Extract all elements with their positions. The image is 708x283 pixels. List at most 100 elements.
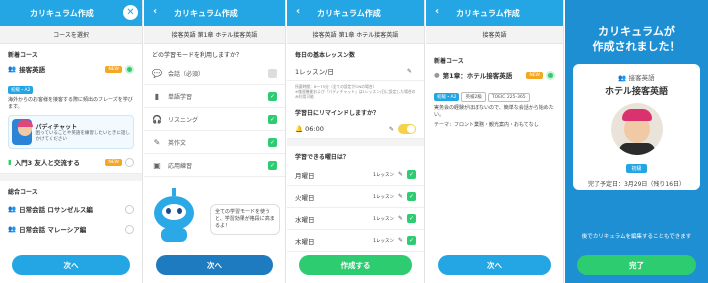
radio-unselected[interactable] (125, 224, 134, 234)
coach-name: パディチャット (35, 123, 78, 131)
top-bar: ‹ カリキュラム作成 (144, 0, 285, 26)
checkbox-disabled: ✓ (268, 68, 277, 78)
subheader: コースを選択 (0, 26, 142, 44)
image-icon: ▣ (153, 160, 161, 170)
level-badge: 初級 (626, 164, 647, 173)
avatar (610, 103, 663, 155)
edit-icon[interactable]: ✎ (398, 215, 403, 222)
screen-mode-select: ‹ カリキュラム作成 接客英語 第1章 ホテル接客英語 どの学習モードを利用しま… (144, 0, 286, 283)
back-icon[interactable]: ‹ (153, 7, 157, 17)
back-icon[interactable]: ‹ (435, 7, 439, 17)
checkbox-checked[interactable]: ✓ (268, 91, 277, 101)
section-new: 新着コース (8, 52, 38, 59)
end-date: 完了予定日：3月29日（残り16日） (587, 181, 686, 188)
course-card-1[interactable]: 👥 接客英語 NEW 初級・A2 海外からのお客様を接客する際に頻出のフレーズを学… (0, 62, 142, 151)
top-bar: ‹ カリキュラム作成 (426, 0, 563, 26)
mascot-robot-icon (148, 188, 202, 244)
close-icon[interactable]: ✕ (123, 5, 138, 20)
pencil-icon: ✎ (153, 137, 161, 147)
screen-complete: カリキュラムが 作成されました！ 👥 接客英語 ホテル接客英語 初級 完了予定日… (565, 0, 708, 283)
headphones-icon: 🎧 (152, 114, 162, 124)
screen-course-select: カリキュラム作成 ✕ コースを選択 新着コース 👥 接客英語 NEW 初級・A2 … (0, 0, 143, 283)
people-icon: 👥 (8, 65, 17, 73)
checkbox-checked[interactable]: ✓ (407, 214, 416, 223)
mode-row-conversation[interactable]: 💬 会話（必須） ✓ (144, 62, 285, 85)
curriculum-card: 👥 接客英語 ホテル接客英語 初級 完了予定日：3月29日（残り16日） (573, 64, 700, 190)
remind-time: 06:00 (305, 125, 324, 133)
edit-icon[interactable]: ✎ (407, 68, 412, 75)
people-icon: 👥 (8, 225, 17, 233)
radio-selected[interactable] (546, 70, 555, 80)
checkbox-checked[interactable]: ✓ (268, 160, 277, 170)
edit-icon[interactable]: ✎ (389, 126, 394, 133)
course-card-3[interactable]: 👥 日常会話 ロサンゼルス編 (0, 199, 142, 219)
coach-card: パディチャット 困っていることや英語を練習したいときに話しかけてください (8, 115, 134, 149)
top-bar: カリキュラム作成 ✕ (0, 0, 142, 26)
day-row-thu[interactable]: 木曜日 1レッスン ✎ ✓ (287, 230, 424, 252)
next-button[interactable]: 次へ (12, 255, 130, 275)
radio-selected[interactable] (125, 64, 134, 74)
people-icon: 👥 (8, 205, 17, 213)
checkbox-checked[interactable]: ✓ (407, 236, 416, 245)
subheader: 接客英語 第1章 ホテル接客英語 (144, 26, 285, 44)
level-tag: 初級・A2 (8, 86, 34, 94)
mode-row-listening[interactable]: 🎧 リスニング ✓ (144, 108, 285, 131)
mode-row-advanced[interactable]: ▣ 応用練習 ✓ (144, 154, 285, 177)
edit-icon[interactable]: ✎ (398, 193, 403, 200)
radio-unselected[interactable] (125, 157, 134, 167)
day-row-tue[interactable]: 火曜日 1レッスン ✎ ✓ (287, 186, 424, 208)
new-badge: NEW (105, 158, 122, 166)
subheader: 接客英語 第1章 ホテル接客英語 (287, 26, 424, 44)
edit-icon[interactable]: ✎ (398, 171, 403, 178)
subheader: 接客英語 (426, 26, 563, 44)
remind-toggle[interactable] (398, 124, 416, 134)
course-label: 接客英語 (628, 74, 655, 82)
bell-icon: 🔔 (295, 125, 304, 133)
next-button[interactable]: 次へ (156, 255, 273, 275)
mascot-speech-bubble: 全ての学習モードを使うと、学習効果が格段に高まるよ！ (210, 204, 280, 235)
checkbox-checked[interactable]: ✓ (407, 170, 416, 179)
screen-schedule: ‹ カリキュラム作成 接客英語 第1章 ホテル接客英語 毎日の基本レッスン数 1… (287, 0, 425, 283)
edit-icon[interactable]: ✎ (398, 237, 403, 244)
back-icon[interactable]: ‹ (296, 7, 300, 17)
new-badge: NEW (105, 65, 122, 73)
next-button[interactable]: 次へ (438, 255, 551, 275)
screen-chapter-select: ‹ カリキュラム作成 接客英語 新着コース ● 第1章：ホテル接客英語 NEW 初… (426, 0, 564, 283)
avatar (12, 119, 33, 145)
lesson-note: 所要時間：8～75分（全ての設定がONの場合） ※復習機能および「パディチャット… (295, 84, 416, 99)
chapter-theme: テーマ：フロント業務・観光案内・おもてなし (434, 122, 539, 128)
daily-lesson-field[interactable]: 1レッスン/日 ✎ (287, 62, 424, 81)
page-title: カリキュラム作成 (317, 8, 381, 18)
complete-heading: カリキュラムが 作成されました！ (592, 25, 681, 53)
course-card-2[interactable]: ▮ 入門3 友人と交流する NEW (0, 151, 142, 174)
mode-row-writing[interactable]: ✎ 英作文 ✓ (144, 131, 285, 154)
section-total: 総合コース (8, 189, 38, 196)
remind-label: 学習日にリマインドしますか？ (295, 110, 380, 117)
mode-row-vocab[interactable]: ▮ 単語学習 ✓ (144, 85, 285, 108)
eiken-tag: 英検2級 (461, 92, 486, 102)
chapter-card[interactable]: ● 第1章：ホテル接客英語 NEW 初級・A2 英検2級 TOEIC 225-365 … (426, 68, 563, 131)
person-icon: ● (434, 71, 440, 79)
checkbox-checked[interactable]: ✓ (268, 114, 277, 124)
chapter-desc: 実务会の経験がほぼないので、簡単な会話から始めたい。 (434, 105, 554, 118)
checkbox-checked[interactable]: ✓ (268, 137, 277, 147)
day-row-mon[interactable]: 月曜日 1レッスン ✎ ✓ (287, 164, 424, 186)
page-title: カリキュラム作成 (30, 8, 94, 18)
mode-question: どの学習モードを利用しますか？ (152, 52, 243, 59)
course-card-4[interactable]: 👥 日常会話 マレーシア編 (0, 219, 142, 239)
create-button[interactable]: 作成する (299, 255, 412, 275)
radio-unselected[interactable] (125, 204, 134, 214)
top-bar: ‹ カリキュラム作成 (287, 0, 424, 26)
daily-label: 毎日の基本レッスン数 (295, 52, 356, 59)
done-button[interactable]: 完了 (577, 255, 696, 275)
section-new: 新着コース (434, 58, 464, 65)
people-icon: 👥 (618, 74, 627, 82)
checkbox-checked[interactable]: ✓ (407, 192, 416, 201)
day-row-wed[interactable]: 水曜日 1レッスン ✎ ✓ (287, 208, 424, 230)
chat-icon: 💬 (152, 68, 162, 78)
page-title: カリキュラム作成 (174, 8, 238, 18)
coach-text: 困っていることや英語を練習したいときに話しかけてください (35, 130, 130, 142)
course-desc: 海外からのお客様を接客する際に頻出のフレーズを学びます。 (8, 97, 133, 110)
level-tag: 初級・A2 (434, 93, 460, 101)
reminder-row[interactable]: 🔔 06:00 ✎ (287, 120, 424, 139)
